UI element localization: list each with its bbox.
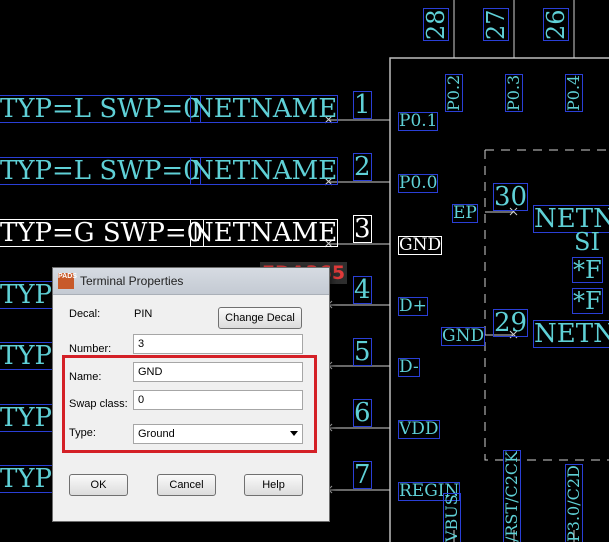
gnd-label: GND <box>440 326 486 346</box>
decal-value: PIN <box>134 308 153 320</box>
sig-label-fragment: SI <box>574 228 600 256</box>
highlight-annotation-box <box>62 355 317 453</box>
pin-number-1: 1 <box>353 90 372 120</box>
pin-net-label-1: NETNAME <box>189 94 339 124</box>
pin-name-4: D+ <box>398 296 428 316</box>
pin-net-label-2: NETNAME <box>189 156 339 186</box>
pin-name-5: D- <box>398 357 420 377</box>
top-pin-name-3: P0.4 <box>564 72 583 114</box>
pin-number-5: 5 <box>353 337 372 367</box>
top-pin-number-28: 28 <box>422 8 450 42</box>
bottom-pin-label-1: VBUS <box>442 491 461 542</box>
gnd-net-label: NETNA <box>533 320 609 348</box>
cancel-button[interactable]: Cancel <box>157 474 216 496</box>
help-button[interactable]: Help <box>244 474 303 496</box>
pin-number-4: 4 <box>353 275 372 305</box>
top-pin-number-27: 27 <box>482 8 510 42</box>
pin-number-2: 2 <box>353 152 372 182</box>
dialog-titlebar[interactable]: PADS Terminal Properties <box>53 268 329 295</box>
pin-attr-label-1: TYP=L SWP=0 <box>0 94 201 124</box>
top-pin-name-2: P0.3 <box>504 72 523 114</box>
ok-button[interactable]: OK <box>69 474 128 496</box>
decal-label: Decal: <box>69 308 101 320</box>
bottom-pin-label-2: /RST/C2CK <box>502 445 521 542</box>
top-pin-number-26: 26 <box>542 8 570 42</box>
ep-pin-number: 30 <box>492 182 529 212</box>
pin-number-3[interactable]: 3 <box>353 215 372 243</box>
pin-attr-label-3[interactable]: TYP=G SWP=0 <box>0 219 205 247</box>
top-pin-name-1: P0.2 <box>444 72 463 114</box>
ep-label: EP <box>452 203 478 223</box>
number-label: Number: <box>69 343 112 355</box>
pads-app-icon: PADS <box>58 273 77 289</box>
pin-attr-label-2: TYP=L SWP=0 <box>0 156 201 186</box>
pin-name-6: VDD <box>398 419 440 439</box>
pin-name-2: P0.0 <box>397 173 439 193</box>
bottom-pin-label-3: P3.0/C2D <box>564 460 583 542</box>
attr-label-fragment-2: *F <box>572 287 603 315</box>
gnd-pin-number: 29 <box>492 308 529 338</box>
pin-name-3[interactable]: GND <box>397 236 443 255</box>
pin-number-6: 6 <box>353 398 372 428</box>
pin-net-label-3[interactable]: NETNAME <box>189 219 339 247</box>
attr-label-fragment-1: *F <box>572 256 603 284</box>
change-decal-button[interactable]: Change Decal <box>218 307 302 329</box>
pin-name-1: P0.1 <box>397 111 439 131</box>
number-field[interactable]: 3 <box>133 334 303 354</box>
pin-number-7: 7 <box>353 460 372 490</box>
dialog-title: Terminal Properties <box>80 274 184 288</box>
